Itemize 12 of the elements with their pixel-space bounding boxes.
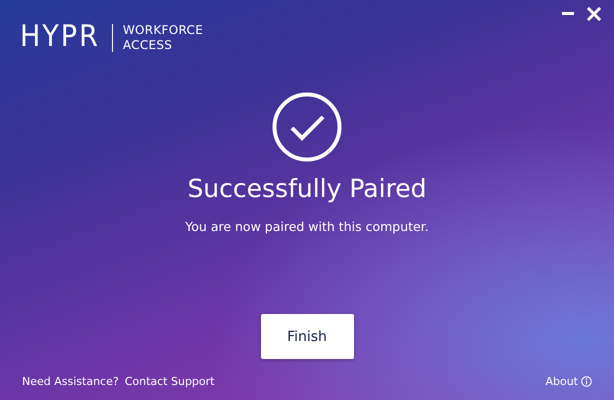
hypr-logo: HYPR [20, 20, 100, 54]
status-title: Successfully Paired [187, 174, 427, 203]
product-name: WORKFORCE ACCESS [122, 23, 204, 53]
help-text: Need Assistance? [22, 375, 119, 388]
minimize-icon[interactable] [562, 12, 574, 16]
status-message: You are now paired with this computer. [185, 219, 429, 234]
checkmark-icon [272, 92, 342, 162]
info-icon [581, 376, 592, 387]
about-link[interactable]: About [545, 375, 592, 388]
finish-button[interactable]: Finish [260, 314, 354, 359]
contact-support-link[interactable]: Contact Support [124, 375, 214, 388]
close-icon[interactable] [586, 6, 602, 22]
